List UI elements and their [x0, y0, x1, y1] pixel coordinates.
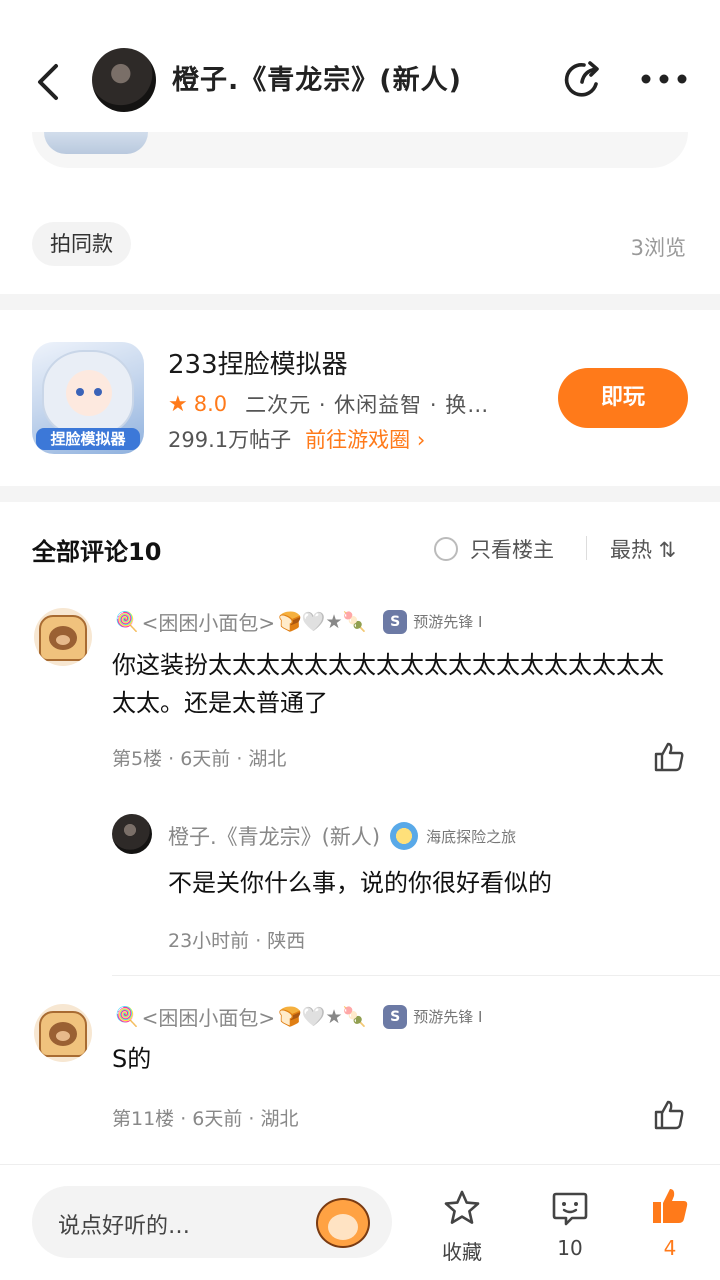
- commenter-avatar[interactable]: [34, 608, 92, 666]
- game-meta: ★ 8.0 二次元 · 休闲益智 · 换…: [168, 389, 489, 419]
- reply-name-row: 橙子.《青龙宗》(新人) 海底探险之旅: [168, 821, 516, 851]
- only-op-label: 只看楼主: [470, 538, 554, 562]
- divider: [586, 536, 587, 560]
- like-count: 4: [663, 1236, 677, 1260]
- like-filled-icon[interactable]: [650, 1186, 690, 1226]
- commenter-name-row: 🍭 <困困小面包> 🍞🤍★🍡 S 预游先锋 I: [112, 607, 482, 636]
- section-divider: [0, 294, 720, 310]
- level-badge-icon: S: [383, 609, 408, 634]
- comment-meta: 第5楼 · 6天前 · 湖北: [112, 748, 287, 770]
- author-avatar[interactable]: [92, 48, 156, 112]
- commenter-name[interactable]: <困困小面包>: [142, 607, 276, 636]
- game-icon-label: 捏脸模拟器: [36, 428, 140, 450]
- star-outline-icon[interactable]: [442, 1188, 482, 1228]
- reply-author-name[interactable]: 橙子.《青龙宗》(新人): [168, 821, 380, 851]
- decor-icons: 🍞🤍★🍡: [278, 611, 367, 633]
- chevron-right-icon: ›: [416, 428, 426, 452]
- comment-icon[interactable]: [550, 1188, 590, 1228]
- view-count: 3浏览: [630, 236, 686, 260]
- game-title[interactable]: 233捏脸模拟器: [168, 344, 348, 381]
- star-icon: ★: [168, 391, 188, 417]
- only-op-toggle[interactable]: 只看楼主: [434, 534, 554, 564]
- comment-divider: [112, 975, 720, 976]
- badge-text: 预游先锋 I: [413, 1008, 483, 1026]
- more-icon[interactable]: [640, 72, 688, 86]
- same-style-tag[interactable]: 拍同款: [32, 222, 131, 266]
- comment-text: 你这装扮太太太太太太太太太太太太太太太太太太太太太。还是太普通了: [112, 651, 664, 717]
- monkey-emoji-icon[interactable]: [316, 1198, 370, 1248]
- comment-input-placeholder[interactable]: 说点好听的…: [58, 1208, 190, 1240]
- commenter-name[interactable]: <困困小面包>: [142, 1002, 276, 1031]
- game-post-count: 299.1万帖子: [168, 428, 292, 452]
- reply-text: 不是关你什么事，说的你很好看似的: [168, 869, 552, 897]
- lollipop-icon: 🍭: [115, 1006, 139, 1028]
- like-icon[interactable]: [652, 1098, 686, 1132]
- reply-badge-text: 海底探险之旅: [426, 827, 517, 846]
- game-rating: 8.0: [193, 392, 228, 416]
- level-badge-icon: S: [383, 1004, 408, 1029]
- comment-text: S的: [112, 1045, 152, 1073]
- reply-author-avatar[interactable]: [112, 814, 152, 854]
- author-name[interactable]: 橙子.《青龙宗》(新人): [172, 58, 462, 97]
- game-icon[interactable]: 捏脸模拟器: [32, 342, 144, 454]
- play-button[interactable]: 即玩: [558, 368, 688, 428]
- lollipop-icon: 🍭: [115, 611, 139, 633]
- badge-text: 预游先锋 I: [413, 613, 483, 631]
- comment-count: 10: [557, 1236, 583, 1260]
- decor-icons: 🍞🤍★🍡: [278, 1006, 367, 1028]
- commenter-name-row: 🍭 <困困小面包> 🍞🤍★🍡 S 预游先锋 I: [112, 1002, 482, 1031]
- comment-meta: 第11楼 · 6天前 · 湖北: [112, 1108, 299, 1130]
- game-sub: 299.1万帖子 前往游戏圈 ›: [168, 424, 425, 454]
- favorite-label[interactable]: 收藏: [427, 1236, 497, 1265]
- ocean-badge-icon: [390, 822, 419, 850]
- comments-title: 全部评论10: [32, 538, 162, 566]
- game-tags: 二次元 · 休闲益智 · 换…: [245, 393, 490, 417]
- section-divider: [0, 486, 720, 502]
- share-icon[interactable]: [562, 58, 606, 102]
- reply-meta: 23小时前 · 陕西: [168, 930, 306, 952]
- game-circle-link[interactable]: 前往游戏圈 ›: [305, 428, 425, 452]
- top-bar: 橙子.《青龙宗》(新人): [0, 0, 720, 132]
- sort-dropdown[interactable]: 最热 ⇅: [610, 534, 676, 564]
- commenter-avatar[interactable]: [34, 1004, 92, 1062]
- like-icon[interactable]: [652, 740, 686, 774]
- radio-icon[interactable]: [434, 537, 458, 561]
- chevron-left-icon[interactable]: [30, 60, 66, 104]
